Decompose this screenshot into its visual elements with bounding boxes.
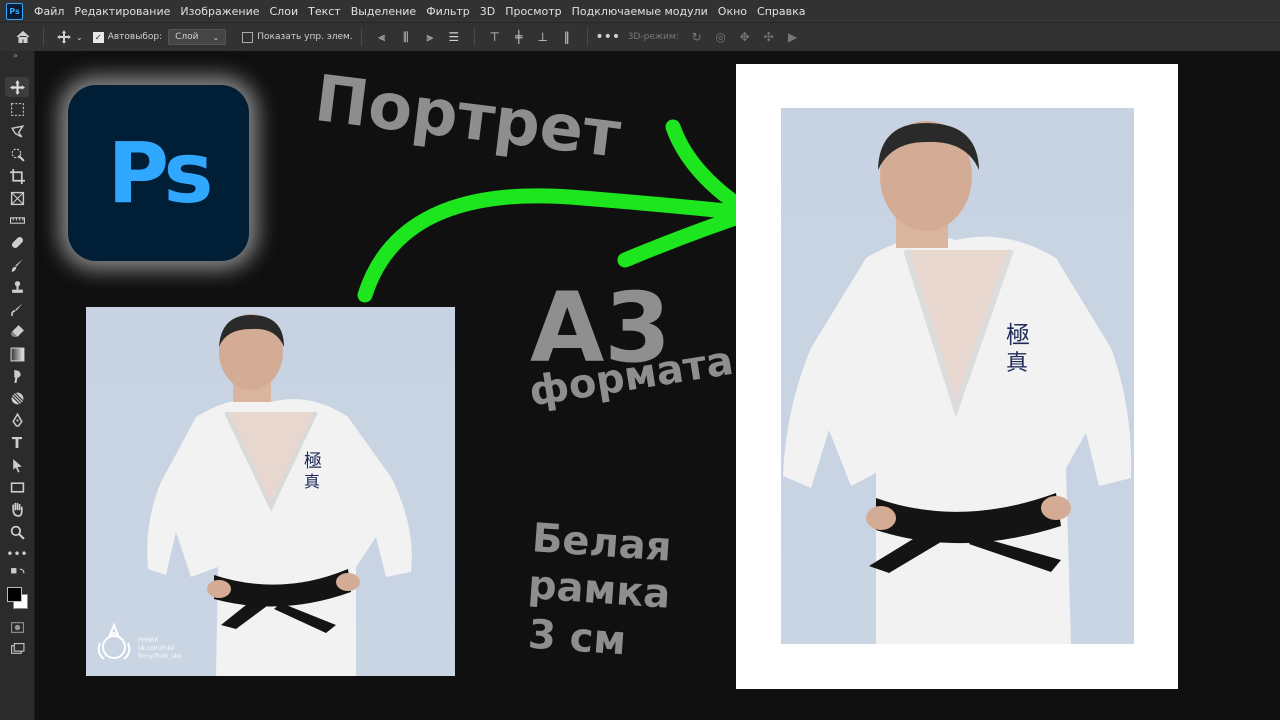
eraser-tool-icon[interactable] (5, 321, 29, 341)
menu-layers[interactable]: Слои (265, 5, 304, 18)
ruler-tool-icon[interactable] (5, 210, 29, 230)
align-top-icon[interactable]: ⊤ (486, 28, 504, 46)
club-logo-icon (97, 623, 131, 660)
show-controls-checkbox[interactable] (242, 31, 254, 43)
frame-label-line1: Белая (530, 515, 674, 571)
autoselect-label: Автовыбор: (107, 32, 163, 42)
marquee-tool-icon[interactable] (5, 99, 29, 119)
more-options-icon[interactable]: ••• (595, 28, 620, 46)
karateka-figure: 極 真 (783, 121, 1132, 644)
kanji-emblem: 極 (1006, 321, 1030, 349)
menu-window[interactable]: Окно (713, 5, 752, 18)
menu-select[interactable]: Выделение (346, 5, 422, 18)
quick-mask-icon[interactable] (5, 617, 29, 637)
panel-collapse-icon[interactable]: » (13, 51, 18, 60)
watermark-text: РНВКК vk.com/fnkk firmy/fnkk_sko (138, 637, 181, 661)
menu-plugins[interactable]: Подключаемые модули (567, 5, 713, 18)
chevron-down-icon: ⌄ (212, 32, 220, 42)
kanji-emblem: 極 (304, 451, 322, 472)
tools-panel: » T ••• (0, 51, 35, 720)
menu-filter[interactable]: Фильтр (421, 5, 475, 18)
menu-file[interactable]: Файл (29, 5, 69, 18)
move-tool-preset-icon[interactable] (55, 28, 73, 46)
3d-mode-label: 3D-режим: (627, 32, 679, 42)
menu-view[interactable]: Просмотр (500, 5, 566, 18)
stamp-tool-icon[interactable] (5, 277, 29, 297)
green-arrow-icon (357, 119, 758, 303)
distribute-v-icon[interactable]: ‖ (558, 28, 576, 46)
svg-text:真: 真 (304, 472, 320, 491)
frame-label-line3: 3 см (526, 611, 628, 665)
history-brush-icon[interactable] (5, 299, 29, 319)
dodge-tool-icon[interactable] (5, 388, 29, 408)
3d-camera-icon[interactable]: ▶ (784, 28, 802, 46)
options-bar: ⌄ ✓ Автовыбор: Слой ⌄ Показать упр. элем… (0, 22, 1280, 52)
watermark-line: РНВКК (138, 637, 159, 644)
hand-tool-icon[interactable] (5, 499, 29, 519)
show-controls-label: Показать упр. элем. (257, 32, 353, 42)
3d-orbit-icon[interactable]: ↻ (688, 28, 706, 46)
path-select-tool-icon[interactable] (5, 455, 29, 475)
lasso-tool-icon[interactable] (5, 121, 29, 141)
watermark-line: firmy/fnkk_sko (138, 653, 182, 660)
layer-select[interactable]: Слой ⌄ (168, 29, 227, 45)
pen-tool-icon[interactable] (5, 410, 29, 430)
frame-label-line2: рамка (526, 562, 672, 618)
move-tool-icon[interactable] (5, 77, 29, 97)
chevron-down-icon[interactable]: ⌄ (76, 33, 83, 42)
quick-select-tool-icon[interactable] (5, 144, 29, 164)
swap-colors-icon[interactable] (5, 567, 29, 581)
gradient-tool-icon[interactable] (5, 344, 29, 364)
screen-mode-icon[interactable] (5, 639, 29, 659)
3d-pan-icon[interactable]: ✥ (736, 28, 754, 46)
3d-slide-icon[interactable]: ✣ (760, 28, 778, 46)
menu-3d[interactable]: 3D (475, 5, 500, 18)
crop-tool-icon[interactable] (5, 166, 29, 186)
healing-brush-icon[interactable] (5, 232, 29, 252)
menu-edit[interactable]: Редактирование (69, 5, 175, 18)
separator (473, 28, 475, 46)
menu-type[interactable]: Текст (303, 5, 346, 18)
svg-text:真: 真 (1006, 351, 1028, 376)
separator (43, 28, 44, 46)
smudge-tool-icon[interactable] (5, 366, 29, 386)
photoshop-logo-text: Ps (107, 124, 213, 222)
zoom-tool-icon[interactable] (5, 522, 29, 542)
align-middle-v-icon[interactable]: ╪ (510, 28, 528, 46)
menu-bar: Ps Файл Редактирование Изображение Слои … (0, 0, 1280, 22)
frame-tool-icon[interactable] (5, 188, 29, 208)
layer-select-value: Слой (175, 32, 199, 42)
more-tools-icon[interactable]: ••• (5, 544, 29, 564)
align-left-icon[interactable]: ⫷ (373, 28, 391, 46)
distribute-h-icon[interactable]: ☰ (445, 28, 463, 46)
3d-roll-icon[interactable]: ◎ (712, 28, 730, 46)
home-icon[interactable] (14, 28, 32, 46)
framed-photo: 極 真 (781, 108, 1134, 644)
separator (360, 28, 362, 46)
menu-image[interactable]: Изображение (175, 5, 264, 18)
menu-help[interactable]: Справка (752, 5, 810, 18)
karateka-figure: 極 真 (147, 314, 412, 676)
photoshop-app-icon[interactable]: Ps (6, 2, 23, 20)
original-photo: 極 真 РНВКК vk.com/fnkk firmy/fnkk_sko (86, 307, 455, 676)
separator (586, 28, 588, 46)
photoshop-logo: Ps (68, 85, 249, 261)
watermark-line: vk.com/fnkk (138, 645, 175, 652)
type-tool-icon[interactable]: T (5, 433, 29, 453)
autoselect-checkbox[interactable]: ✓ (92, 31, 104, 43)
align-bottom-icon[interactable]: ⊥ (534, 28, 552, 46)
align-center-h-icon[interactable]: ⫼ (397, 28, 415, 46)
brush-tool-icon[interactable] (5, 255, 29, 275)
align-right-icon[interactable]: ⫸ (421, 28, 439, 46)
rectangle-tool-icon[interactable] (5, 477, 29, 497)
color-swatches-icon[interactable] (5, 584, 29, 610)
